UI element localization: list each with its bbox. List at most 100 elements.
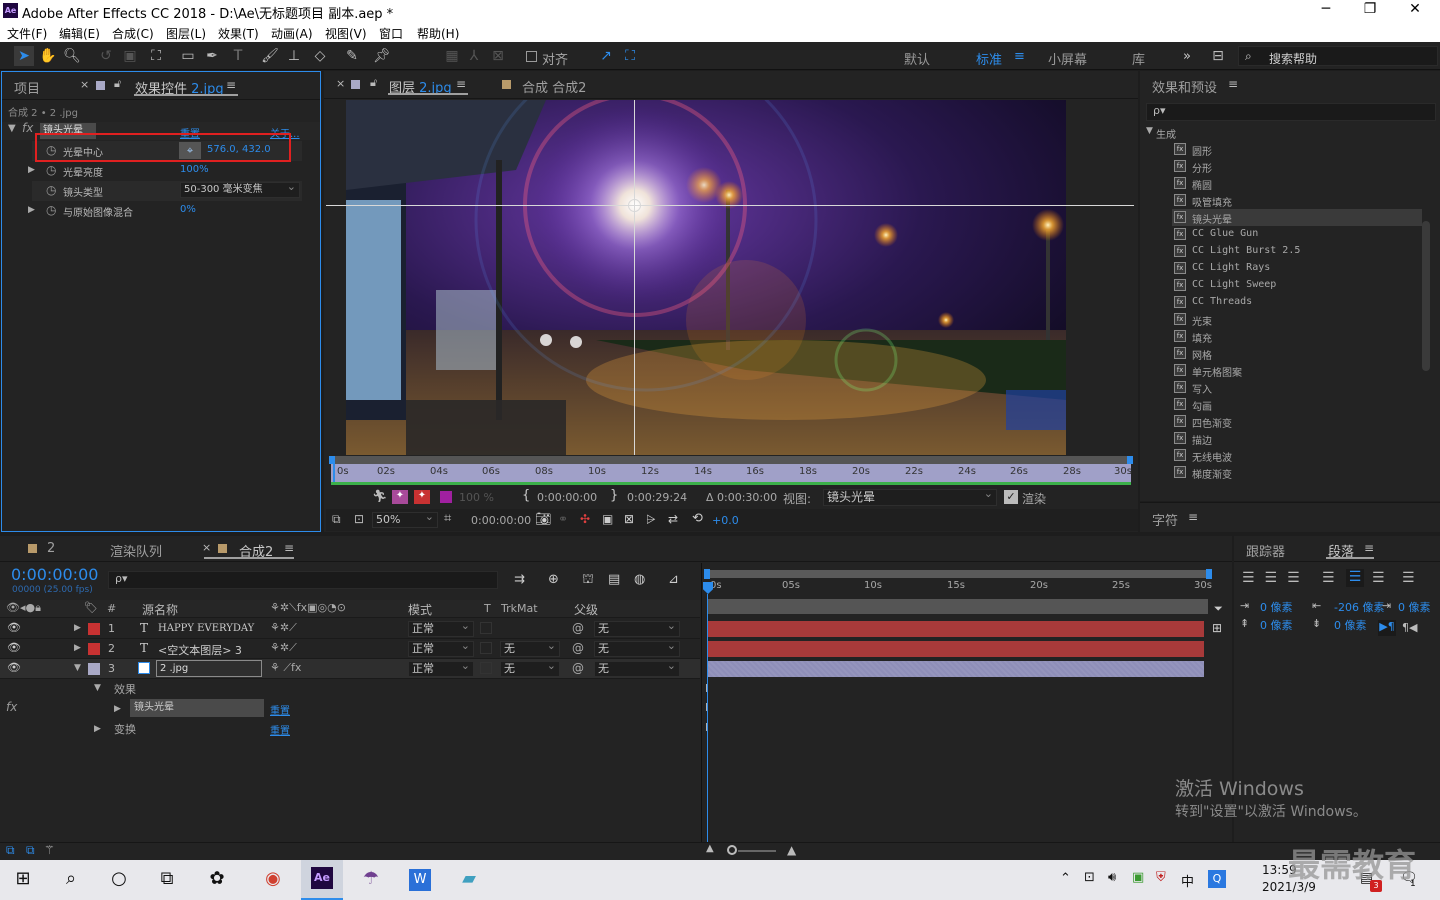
stretch-toggle-icon[interactable]: ⚚ bbox=[44, 843, 55, 857]
in-point-icon[interactable]: ✦ bbox=[392, 490, 408, 504]
selection-tool-icon[interactable]: ➤ bbox=[14, 46, 34, 66]
rtl-direction-icon[interactable]: ¶◀ bbox=[1402, 621, 1417, 634]
zoom-dropdown[interactable]: 50% bbox=[372, 510, 438, 528]
work-area-start-handle[interactable] bbox=[704, 569, 710, 579]
effect-item[interactable]: fx 镜头光晕 bbox=[1172, 209, 1422, 226]
snap-checkbox[interactable] bbox=[526, 51, 537, 62]
effect-item[interactable]: fx 描边 bbox=[1172, 430, 1422, 447]
layer-image[interactable] bbox=[346, 100, 1066, 455]
layer-name[interactable]: <空文本图层> 3 bbox=[158, 642, 242, 658]
menu-window[interactable]: 窗口 bbox=[379, 25, 403, 42]
effect-item[interactable]: fx 单元格图案 bbox=[1172, 362, 1422, 379]
windows-start-icon[interactable]: ⊞ bbox=[8, 864, 38, 894]
puppet-pin-tool-icon[interactable]: 📌︎ bbox=[372, 46, 392, 66]
expand-arrow-icon[interactable]: ▼ bbox=[8, 123, 16, 134]
pickwhip-icon[interactable]: @ bbox=[572, 621, 584, 635]
word-app-icon[interactable]: W bbox=[409, 869, 431, 891]
work-area-end-handle[interactable] bbox=[1206, 569, 1212, 579]
menu-edit[interactable]: 编辑(E) bbox=[59, 25, 100, 42]
menu-file[interactable]: 文件(F) bbox=[7, 25, 47, 42]
layer-switches-icon[interactable]: ⚘✲⟋ bbox=[270, 641, 297, 655]
layer-3-track[interactable] bbox=[708, 661, 1204, 677]
axis-view-icon[interactable]: ⊠ bbox=[488, 46, 508, 66]
view-dropdown[interactable]: 镜头光晕 bbox=[823, 487, 997, 506]
zoom-tool-icon[interactable]: 🔍︎ bbox=[62, 46, 82, 66]
menu-composition[interactable]: 合成(C) bbox=[112, 25, 154, 42]
graph-editor-icon[interactable]: ⊿ bbox=[668, 572, 679, 587]
pen-tool-icon[interactable]: ✒ bbox=[202, 46, 222, 66]
modes-toggle-icon[interactable]: ⧉ bbox=[26, 843, 35, 858]
pickwhip-icon[interactable]: @ bbox=[572, 641, 584, 655]
layer-2-track[interactable] bbox=[708, 641, 1204, 657]
menu-help[interactable]: 帮助(H) bbox=[417, 25, 459, 42]
justify-center-icon[interactable]: ☰ bbox=[1346, 569, 1364, 587]
rectangle-tool-icon[interactable]: ▭ bbox=[178, 46, 198, 66]
shy-layers-icon[interactable]: ⛫ bbox=[582, 572, 594, 589]
panel-menu-icon[interactable]: ≡ bbox=[1364, 541, 1374, 555]
effect-item[interactable]: fx 勾画 bbox=[1172, 396, 1422, 413]
pinwheel-app-icon[interactable]: ✿ bbox=[202, 864, 232, 894]
viewer-playhead[interactable] bbox=[333, 462, 335, 484]
effect-item[interactable]: fx 光束 bbox=[1172, 311, 1422, 328]
nvidia-icon[interactable]: ▣ bbox=[1132, 870, 1144, 885]
flowchart-icon[interactable]: ⇄ bbox=[668, 512, 678, 526]
layer-row[interactable]: 👁︎ ▼ 3 2 .jpg ⚘ ⟋fx 正常 无 @ 无 bbox=[0, 659, 700, 679]
timeline-work-area[interactable] bbox=[708, 570, 1208, 578]
flare-brightness-value[interactable]: 100% bbox=[180, 164, 209, 175]
indent-left-value[interactable]: 0 像素 bbox=[1260, 599, 1293, 615]
panel-menu-icon[interactable]: ≡ bbox=[284, 541, 294, 555]
layer-switches-icon[interactable]: ⚘✲⟋ bbox=[270, 621, 297, 635]
mushroom-app-icon[interactable]: ☂ bbox=[356, 864, 386, 894]
ae-taskbar-active[interactable]: Ae bbox=[301, 860, 343, 900]
effect-item[interactable]: fx 写入 bbox=[1172, 379, 1422, 396]
category-generate[interactable]: 生成 bbox=[1156, 126, 1176, 141]
layer-search-input[interactable]: ρ▾ bbox=[108, 571, 498, 589]
panel-menu-icon[interactable]: ≡ bbox=[226, 78, 236, 92]
effects-scrollbar[interactable] bbox=[1422, 221, 1430, 371]
preserve-transparency-checkbox[interactable] bbox=[480, 622, 492, 634]
tab-comp[interactable]: 合成 合成2 bbox=[522, 77, 586, 96]
work-area-end-handle[interactable] bbox=[1127, 456, 1133, 464]
eraser-tool-icon[interactable]: ◇ bbox=[310, 46, 330, 66]
stopwatch-icon[interactable]: ◷ bbox=[46, 203, 56, 217]
justify-left-icon[interactable]: ☰ bbox=[1322, 570, 1335, 586]
workspace-library[interactable]: 库 bbox=[1132, 49, 1145, 68]
layer-row[interactable]: 👁︎ ▶ 1 T HAPPY EVERYDAY ⚘✲⟋ 正常 @ 无 bbox=[0, 619, 700, 639]
expand-arrow-icon[interactable]: ▶ bbox=[28, 205, 35, 215]
current-time[interactable]: 0:00:00:00 bbox=[471, 514, 531, 527]
layer-row[interactable]: 👁︎ ▶ 2 T <空文本图层> 3 ⚘✲⟋ 正常 无 @ 无 bbox=[0, 639, 700, 659]
preserve-transparency-checkbox[interactable] bbox=[480, 642, 492, 654]
justify-right-icon[interactable]: ☰ bbox=[1372, 570, 1385, 586]
mask-icon[interactable]: ⊡ bbox=[354, 512, 364, 526]
qq-icon[interactable]: Q bbox=[1208, 870, 1226, 888]
effect-item[interactable]: fx 无线电波 bbox=[1172, 447, 1422, 464]
channel-icon[interactable]: ✣ bbox=[580, 512, 590, 526]
pickwhip-icon[interactable]: @ bbox=[572, 661, 584, 675]
color-swatch[interactable] bbox=[440, 491, 452, 503]
label-color[interactable] bbox=[88, 663, 100, 675]
motion-blur-icon[interactable]: ◍ bbox=[634, 572, 645, 587]
reset-link[interactable]: 重置 bbox=[270, 702, 290, 717]
cortana-icon[interactable]: ○ bbox=[104, 864, 134, 894]
indent-right-value[interactable]: -206 像素 bbox=[1334, 599, 1384, 615]
tray-expand-icon[interactable]: ⌃ bbox=[1060, 871, 1071, 886]
render-checkbox[interactable]: ✓ bbox=[1004, 490, 1018, 504]
timeline-playhead[interactable] bbox=[707, 594, 708, 842]
volume-icon[interactable]: 🔊︎ bbox=[1108, 870, 1116, 885]
out-time[interactable]: 0:00:29:24 bbox=[627, 491, 687, 504]
preserve-transparency-checkbox[interactable] bbox=[480, 662, 492, 674]
exposure-value[interactable]: +0.0 bbox=[712, 514, 739, 527]
mode-dropdown[interactable]: 正常 bbox=[408, 639, 474, 657]
transform-group[interactable]: 变换 bbox=[114, 721, 136, 737]
layer-switches-toggle-icon[interactable]: ⧉ bbox=[6, 843, 15, 858]
effect-item[interactable]: fx 吸管填充 bbox=[1172, 192, 1422, 209]
effects-search-input[interactable]: ρ▾ bbox=[1146, 103, 1436, 121]
parent-dropdown[interactable]: 无 bbox=[594, 659, 680, 677]
tab-tracker[interactable]: 跟踪器 bbox=[1246, 541, 1285, 560]
minimize-button[interactable]: ─ bbox=[1303, 1, 1349, 17]
eye-icon[interactable]: 👁︎ bbox=[7, 621, 21, 634]
opacity-value[interactable]: 100 % bbox=[459, 491, 494, 504]
zoom-in-icon[interactable]: ▲ bbox=[787, 843, 796, 857]
mode-dropdown[interactable]: 正常 bbox=[408, 619, 474, 637]
expand-arrow-icon[interactable]: ▶ bbox=[94, 724, 101, 734]
